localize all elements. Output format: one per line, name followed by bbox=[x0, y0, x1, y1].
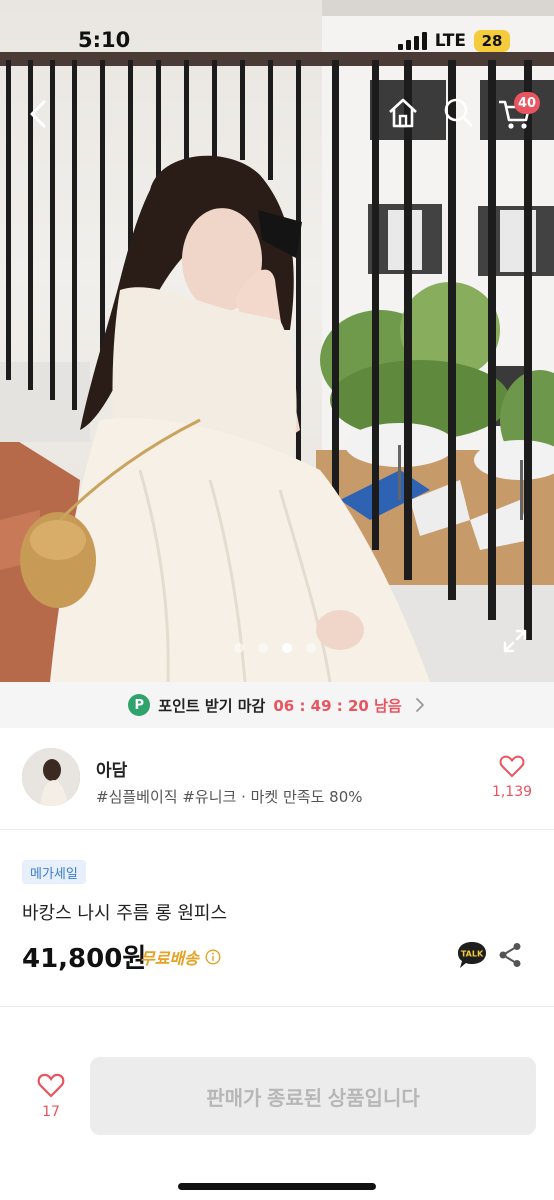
section-divider bbox=[0, 1006, 554, 1007]
wish-count: 17 bbox=[42, 1104, 60, 1120]
battery-icon: 28 bbox=[474, 30, 510, 52]
sale-badge: 메가세일 bbox=[22, 860, 86, 884]
home-icon[interactable] bbox=[386, 96, 420, 130]
shop-tags: #심플베이직 #유니크 · 마켓 만족도 80% bbox=[96, 788, 363, 806]
avatar-image bbox=[22, 748, 80, 806]
gallery-dot[interactable] bbox=[234, 643, 244, 653]
shop-info[interactable]: 아담 #심플베이직 #유니크 · 마켓 만족도 80% 1,139 bbox=[0, 728, 554, 830]
shipping-label: 무료배송 bbox=[140, 949, 199, 968]
points-deadline-banner[interactable]: P 포인트 받기 마감 06 : 49 : 20 남음 bbox=[0, 682, 554, 728]
expand-icon[interactable] bbox=[502, 628, 528, 654]
shop-avatar[interactable] bbox=[22, 748, 80, 806]
points-label: 포인트 받기 마감 bbox=[158, 696, 266, 715]
status-indicators: LTE 28 bbox=[397, 30, 510, 52]
chevron-right-icon bbox=[415, 698, 424, 712]
points-countdown: 06 : 49 : 20 남음 bbox=[273, 696, 402, 715]
sale-ended-button[interactable]: 판매가 종료된 상품입니다 bbox=[90, 1057, 536, 1135]
gallery-dot[interactable] bbox=[258, 643, 268, 653]
heart-icon bbox=[499, 755, 525, 778]
talk-icon[interactable]: TALK bbox=[456, 940, 488, 970]
wish-button[interactable]: 17 bbox=[30, 1072, 72, 1120]
cart-count-badge: 40 bbox=[514, 92, 541, 114]
signal-icon bbox=[397, 32, 427, 50]
points-icon: P bbox=[128, 694, 151, 716]
shop-like-button[interactable]: 1,139 bbox=[482, 754, 542, 800]
network-label: LTE bbox=[434, 31, 466, 51]
home-indicator bbox=[178, 1183, 376, 1190]
gallery-dot-active[interactable] bbox=[282, 643, 292, 653]
back-icon[interactable] bbox=[24, 96, 54, 132]
talk-label: TALK bbox=[461, 950, 484, 959]
gallery-dot[interactable] bbox=[306, 643, 316, 653]
product-image-gallery[interactable]: 5:10 LTE 28 40 bbox=[0, 0, 554, 682]
heart-icon bbox=[37, 1073, 65, 1098]
gallery-pagination bbox=[234, 643, 316, 653]
info-icon[interactable] bbox=[205, 949, 221, 965]
shop-like-count: 1,139 bbox=[491, 784, 533, 800]
search-icon[interactable] bbox=[442, 96, 474, 130]
product-title: 바캉스 나시 주름 롱 원피스 bbox=[22, 903, 228, 924]
status-time: 5:10 bbox=[78, 28, 131, 52]
product-price: 41,800원 bbox=[22, 944, 147, 974]
share-icon[interactable] bbox=[498, 942, 522, 968]
shipping-info[interactable]: 무료배송 bbox=[140, 945, 221, 969]
shop-name[interactable]: 아담 bbox=[96, 756, 127, 781]
